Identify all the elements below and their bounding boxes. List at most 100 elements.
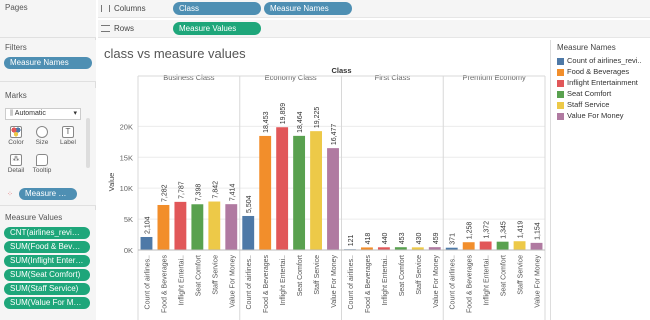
legend-item[interactable]: Value For Money: [551, 110, 650, 121]
legend-title: Measure Names: [557, 43, 616, 52]
filter-pill-measure-names[interactable]: Measure Names: [4, 57, 92, 69]
bar: [530, 242, 543, 250]
rows-icon: [101, 25, 110, 32]
bar-value-label: 1,372: [484, 221, 491, 239]
legend-item[interactable]: Staff Service: [551, 99, 650, 110]
chart-title: class vs measure values: [104, 46, 246, 61]
marks-scrollbar[interactable]: [86, 118, 90, 168]
color-field-icon: ⁘: [7, 191, 13, 198]
x-tick-label: Food & Beverages: [467, 255, 474, 313]
measure-value-pill[interactable]: SUM(Staff Service): [4, 283, 90, 295]
x-tick-label: Seat Comfort: [195, 255, 202, 296]
filters-title: Filters: [5, 43, 27, 52]
bar-value-label: 7,398: [195, 184, 202, 202]
legend-swatch: [557, 101, 564, 109]
y-tick-label: 10K: [120, 184, 133, 193]
bar-value-label: 453: [399, 232, 406, 244]
color-icon: [10, 126, 22, 138]
bar: [496, 241, 509, 250]
x-tick-label: Inflight Entertai..: [382, 255, 389, 306]
bar-value-label: 440: [382, 232, 389, 244]
columns-pill-class[interactable]: Class: [173, 2, 261, 15]
x-tick-label: Count of airlines..: [144, 255, 151, 310]
bar: [462, 242, 475, 250]
columns-shelf: Columns Class Measure Names: [98, 0, 650, 18]
marks-tooltip-button[interactable]: Tooltip: [31, 154, 53, 174]
columns-icon: [101, 5, 110, 12]
measure-value-pill[interactable]: SUM(Seat Comfort): [4, 269, 90, 281]
marks-size-label: Size: [35, 139, 49, 146]
measure-value-pill[interactable]: CNT(airlines_reviews..: [4, 227, 90, 239]
bar-value-label: 2,104: [144, 216, 151, 234]
legend-swatch: [557, 112, 564, 120]
chevron-down-icon: ▾: [73, 110, 77, 117]
x-tick-label: Value For Money: [331, 255, 338, 308]
x-tick-label: Seat Comfort: [501, 255, 508, 296]
marks-pill-measure-names[interactable]: Measure Na..: [19, 188, 77, 200]
legend-item[interactable]: Seat Comfort: [551, 88, 650, 99]
bar-value-label: 18,453: [263, 111, 270, 133]
measure-value-pill[interactable]: SUM(Inflight Enterta..: [4, 255, 90, 267]
bar-value-label: 1,419: [518, 221, 525, 239]
x-tick-label: Value For Money: [535, 255, 542, 308]
bar-value-label: 1,154: [535, 222, 542, 240]
mark-type-value: Automatic: [14, 110, 46, 117]
measure-values-title: Measure Values: [5, 213, 63, 222]
x-tick-label: Count of airlines..: [246, 255, 253, 310]
marks-label-button[interactable]: T Label: [57, 126, 79, 146]
bar: [327, 148, 339, 250]
bar: [174, 201, 187, 250]
bar-value-label: 121: [348, 234, 355, 246]
marks-detail-label: Detail: [7, 167, 25, 174]
marks-color-label: Color: [8, 139, 24, 146]
bar: [225, 204, 238, 250]
bar-value-label: 19,225: [314, 107, 321, 129]
marks-size-button[interactable]: Size: [31, 126, 53, 146]
bar: [479, 241, 492, 250]
bar-value-label: 19,859: [280, 103, 287, 125]
columns-pill-measure-names[interactable]: Measure Names: [264, 2, 352, 15]
marks-color-button[interactable]: Color: [5, 126, 27, 146]
legend-list: Count of airlines_revi.. Food & Beverages…: [551, 55, 650, 121]
y-tick-label: 20K: [120, 122, 133, 131]
legend-panel: Measure Names Count of airlines_revi.. Fo…: [550, 40, 650, 320]
y-tick-label: 15K: [120, 153, 133, 162]
legend-label: Count of airlines_revi..: [567, 56, 642, 65]
marks-detail-button[interactable]: ⁂ Detail: [5, 154, 27, 174]
legend-swatch: [557, 79, 564, 87]
bar: [157, 204, 170, 250]
x-tick-label: Food & Beverages: [263, 255, 270, 313]
legend-item[interactable]: Count of airlines_revi..: [551, 55, 650, 66]
y-tick-label: 5K: [124, 215, 133, 224]
measure-values-list: CNT(airlines_reviews.. SUM(Food & Bevera.…: [0, 227, 96, 309]
bar: [208, 201, 221, 250]
legend-label: Food & Beverages: [567, 67, 630, 76]
measure-value-pill[interactable]: SUM(Value For Mone..: [4, 297, 90, 309]
marks-color-field-row: ⁘ Measure Na..: [5, 188, 81, 201]
bar: [513, 241, 526, 250]
size-icon: [36, 126, 48, 138]
x-tick-label: Inflight Entertai..: [178, 255, 185, 306]
left-panel: Pages Filters Measure Names Marks ⫼ Auto…: [0, 0, 96, 320]
bar: [293, 135, 306, 250]
legend-swatch: [557, 68, 564, 76]
bar-value-label: 430: [416, 233, 423, 245]
legend-item[interactable]: Food & Beverages: [551, 66, 650, 77]
detail-icon: ⁂: [10, 154, 22, 166]
measure-value-pill[interactable]: SUM(Food & Bevera..: [4, 241, 90, 253]
rows-label: Rows: [114, 24, 135, 33]
bar: [242, 215, 255, 250]
group-header: Premium Economy: [462, 73, 526, 82]
legend-item[interactable]: Inflight Entertainment: [551, 77, 650, 88]
rows-pill-measure-values[interactable]: Measure Values: [173, 22, 261, 35]
x-tick-label: Staff Service: [518, 255, 525, 295]
legend-label: Inflight Entertainment: [567, 78, 638, 87]
x-tick-label: Count of airlines..: [348, 255, 355, 310]
x-tick-label: Food & Beverages: [161, 255, 168, 313]
x-tick-label: Seat Comfort: [399, 255, 406, 296]
bar: [191, 204, 204, 250]
columns-label: Columns: [114, 4, 146, 13]
x-tick-label: Staff Service: [212, 255, 219, 295]
mark-type-select[interactable]: ⫼ Automatic ▾: [5, 108, 81, 120]
x-tick-label: Seat Comfort: [297, 255, 304, 296]
